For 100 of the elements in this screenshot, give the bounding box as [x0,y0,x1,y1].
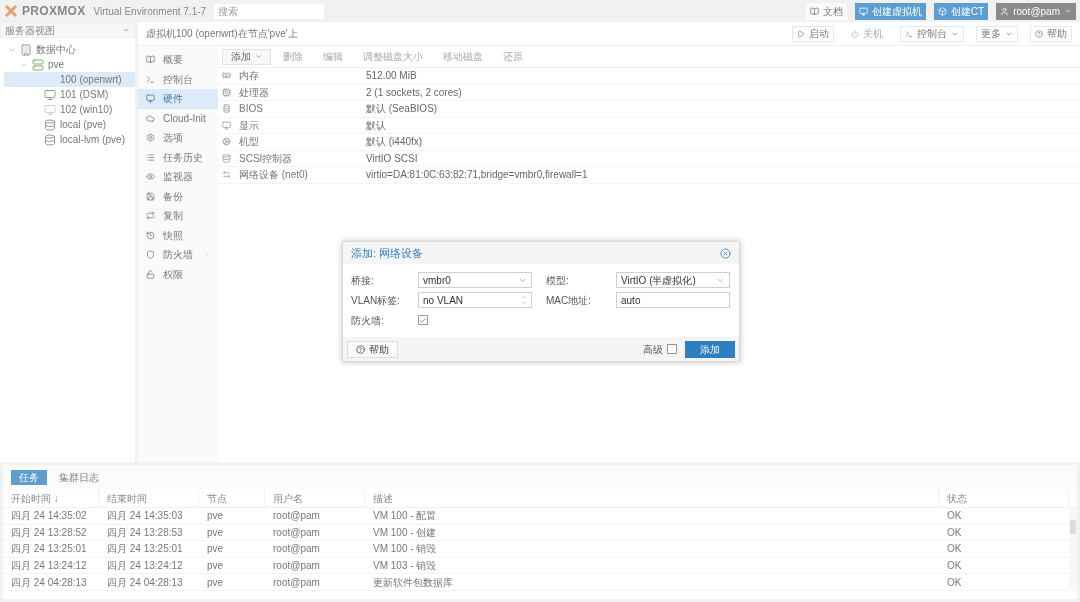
nav-item[interactable]: 备份 [138,186,218,206]
table-cell-text: OK [946,525,963,540]
nav-item[interactable]: 快照 [138,225,218,245]
book-icon [809,6,819,16]
nav-item[interactable]: 监视器 [138,167,218,187]
table-cell-text: 更新软件包数据库 [372,575,454,590]
play-icon [797,29,805,38]
hardware-name: 机型 [239,135,260,150]
page-title: 虚拟机100 (openwrt)在节点'pve'上 [146,27,299,41]
nav-item[interactable]: 防火墙 [138,245,218,265]
select-field[interactable]: no VLAN [418,292,532,308]
header-button[interactable]: 创建CT [933,2,989,20]
storage-icon [44,133,56,146]
nav-item[interactable]: 控制台 [138,69,218,89]
power-icon [851,29,859,38]
table-cell-text: pve [206,542,225,557]
nav-item[interactable]: 选项 [138,128,218,148]
table-cell-text: 四月 24 04:28:13 [106,575,184,590]
select-field[interactable]: vmbr0 [418,272,532,288]
tree-item[interactable]: 数据中心 [4,42,135,57]
column-header[interactable]: 状态 [939,489,1069,507]
table-cell-text: OK [946,542,963,557]
table-cell-text: OK [946,575,963,590]
table-cell-text: VM 100 - 创建 [372,525,438,540]
nav-item[interactable]: 复制 [138,206,218,226]
log-tab[interactable]: 集群日志 [51,469,107,485]
toolbar-button[interactable]: 控制台 [900,25,964,42]
table-cell-text: 四月 24 14:35:02 [10,509,88,524]
add-button[interactable]: 添加 [685,340,735,358]
view-select[interactable]: 服务器视图 [0,22,135,38]
table-cell-text: VM 100 - 配置 [372,509,438,524]
help-button[interactable]: 帮助 [347,340,398,358]
table-cell-text: OK [946,509,963,524]
hardware-value: 默认 [366,118,386,133]
server-icon [32,58,44,71]
nav-item[interactable]: 任务历史 [138,147,218,167]
tree-item[interactable]: 102 (win10) [4,102,135,117]
column-header[interactable]: 节点 [199,489,265,507]
hardware-value: VirtIO SCSI [366,151,418,166]
table-cell-text: root@pam [272,575,321,590]
advanced-label: 高级 [643,342,663,357]
hardware-value: 512.00 MiB [366,69,417,84]
header-button[interactable]: 文档 [805,2,847,20]
scrollbar[interactable] [1069,508,1077,591]
field-label: MAC地址: [546,293,592,308]
hardware-name: SCSI控制器 [239,151,294,166]
caret-icon [122,26,130,34]
nav-item[interactable]: 权限 [138,264,218,284]
table-cell-text: pve [206,509,225,524]
tree-item[interactable]: local-lvm (pve) [4,132,135,147]
toolbar-button[interactable]: 帮助 [1030,25,1072,42]
table-cell-text: pve [206,575,225,590]
table-cell-text: VM 103 - 销毁 [372,559,438,574]
nav-item[interactable]: Cloud-Init [138,108,218,128]
select-field[interactable]: VirtIO (半虚拟化) [616,272,730,288]
toolbar-button[interactable]: 更多 [976,25,1018,42]
terminal-icon [905,29,913,38]
hardware-name: 显示 [239,118,260,133]
help-icon [356,344,365,354]
user-icon [1000,6,1010,16]
checkbox[interactable] [418,315,428,325]
hardware-value: virtio=DA:81:0C:63:82:71,bridge=vmbr0,firewall=1 [366,168,588,183]
nav-item[interactable]: 概要 [138,50,218,70]
tree-item[interactable]: pve [4,57,135,72]
column-header[interactable]: 开始时间 ↓ [3,489,99,507]
search-field[interactable]: 搜索 [214,3,325,19]
tree-item[interactable]: 101 (DSM) [4,87,135,102]
table-cell-text: root@pam [272,559,321,574]
tree-item[interactable]: local (pve) [4,117,135,132]
nav-item[interactable]: 硬件 [138,89,218,109]
log-tab[interactable]: 任务 [11,469,47,485]
user-menu-button[interactable]: root@pam [996,2,1076,20]
column-header[interactable]: 结束时间 [99,489,199,507]
column-header[interactable]: 描述 [365,489,939,507]
table-cell-text: 四月 24 13:24:12 [10,559,88,574]
input-field[interactable]: auto [616,292,730,308]
memory-icon [222,71,231,81]
toolbar-button[interactable]: 添加 [222,48,271,65]
table-cell-text: VM 100 - 销毁 [372,542,438,557]
display-icon [222,120,231,130]
hardware-name: BIOS [239,102,264,117]
tree-item[interactable]: 100 (openwrt) [4,72,135,87]
hardware-name: 内存 [239,69,260,84]
spinner-icon[interactable] [521,294,527,306]
close-icon[interactable] [720,247,731,259]
storage-icon [44,118,56,131]
table-cell-text: pve [206,559,225,574]
hardware-value: 默认 (SeaBIOS) [366,102,438,117]
checkbox[interactable] [667,344,677,354]
field-label: 桥接: [351,273,375,288]
cpu-icon [222,87,231,97]
toolbar-button[interactable]: 启动 [792,25,834,42]
column-header[interactable]: 用户名 [265,489,365,507]
table-cell-text: root@pam [272,525,321,540]
table-cell-text: 四月 24 04:28:13 [10,575,88,590]
header-button[interactable]: 创建虚拟机 [854,2,926,20]
field-label: 模型: [546,273,570,288]
table-cell-text: pve [206,525,225,540]
cloud-icon [146,113,155,123]
table-cell-text: 四月 24 13:24:12 [106,559,184,574]
